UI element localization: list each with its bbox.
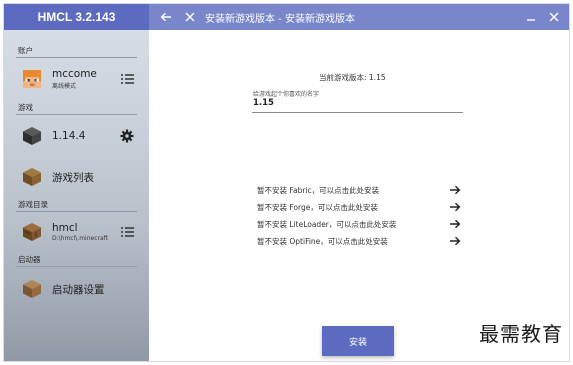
furnace-icon bbox=[20, 278, 44, 300]
current-version-label: 当前游戏版本: 1.15 bbox=[319, 73, 386, 82]
arrow-right-icon[interactable] bbox=[448, 201, 462, 213]
divider bbox=[16, 114, 137, 115]
install-optifine-label: 暂不安装 OptiFine，可以点击此处安装 bbox=[257, 236, 388, 246]
menu-icon[interactable] bbox=[119, 224, 135, 240]
account-name: mccome bbox=[52, 68, 97, 80]
account-mode: 离线模式 bbox=[52, 83, 77, 90]
install-forge-label: 暂不安装 Forge，可以点击此处安装 bbox=[257, 202, 378, 212]
chest-icon bbox=[20, 166, 44, 188]
sidebar-item-game-directory[interactable]: hmcl D:\hmcl\.minecraft bbox=[16, 219, 137, 245]
install-liteloader-row[interactable]: 暂不安装 LiteLoader，可以点击此处安装 bbox=[257, 217, 462, 231]
main-content: 当前游戏版本: 1.15 给游戏起个你喜欢的名字 1.15 暂不安装 Fabri… bbox=[149, 30, 569, 361]
install-forge-row[interactable]: 暂不安装 Forge，可以点击此处安装 bbox=[257, 200, 462, 214]
menu-icon[interactable] bbox=[119, 71, 135, 87]
section-launcher: 启动器 bbox=[18, 255, 41, 264]
section-directory: 游戏目录 bbox=[18, 200, 48, 209]
launcher-settings-label: 启动器设置 bbox=[52, 283, 105, 296]
directory-path: D:\hmcl\.minecraft bbox=[52, 235, 109, 242]
install-optifine-row[interactable]: 暂不安装 OptiFine，可以点击此处安装 bbox=[257, 234, 462, 248]
section-account: 账户 bbox=[18, 46, 33, 55]
crafting-table-icon bbox=[20, 221, 44, 243]
sidebar-item-launcher-settings[interactable]: 启动器设置 bbox=[16, 276, 137, 302]
install-fabric-label: 暂不安装 Fabric，可以点击此处安装 bbox=[257, 185, 380, 195]
name-field-underline bbox=[252, 112, 463, 113]
arrow-right-icon[interactable] bbox=[448, 218, 462, 230]
close-page-icon[interactable] bbox=[181, 12, 199, 22]
install-liteloader-label: 暂不安装 LiteLoader，可以点击此处安装 bbox=[257, 219, 397, 229]
window-title: 安装新游戏版本 - 安装新游戏版本 bbox=[205, 13, 355, 25]
back-arrow-icon[interactable] bbox=[155, 12, 177, 22]
watermark: 最需教育 bbox=[479, 322, 563, 346]
game-list-label: 游戏列表 bbox=[52, 171, 94, 184]
block-icon bbox=[20, 125, 44, 147]
gear-icon[interactable] bbox=[119, 128, 135, 144]
install-button[interactable]: 安装 bbox=[322, 326, 394, 356]
divider bbox=[16, 57, 137, 58]
game-version: 1.14.4 bbox=[52, 130, 86, 142]
arrow-right-icon[interactable] bbox=[448, 235, 462, 247]
sidebar-item-account[interactable]: mccome 离线模式 bbox=[16, 66, 137, 92]
sidebar-item-game-list[interactable]: 游戏列表 bbox=[16, 164, 137, 190]
arrow-right-icon[interactable] bbox=[448, 184, 462, 196]
sidebar-item-game-version[interactable]: 1.14.4 bbox=[16, 123, 137, 149]
close-window-icon[interactable] bbox=[543, 4, 565, 30]
install-fabric-row[interactable]: 暂不安装 Fabric，可以点击此处安装 bbox=[257, 183, 462, 197]
minimize-icon[interactable] bbox=[519, 4, 543, 30]
app-window: HMCL 3.2.143 安装新游戏版本 - 安装新游戏版本 账户 mccome… bbox=[3, 3, 570, 362]
title-bar: 安装新游戏版本 - 安装新游戏版本 bbox=[149, 4, 569, 30]
player-avatar-icon bbox=[20, 68, 44, 90]
divider bbox=[16, 211, 137, 212]
name-field[interactable]: 1.15 bbox=[253, 98, 274, 108]
sidebar: 账户 mccome 离线模式 游戏 1.14.4 游戏列表 游戏目录 hmcl … bbox=[4, 30, 149, 361]
name-field-hint: 给游戏起个你喜欢的名字 bbox=[253, 91, 320, 98]
app-title: HMCL 3.2.143 bbox=[4, 4, 149, 30]
divider bbox=[16, 266, 137, 267]
section-game: 游戏 bbox=[18, 103, 33, 112]
directory-name: hmcl bbox=[52, 222, 78, 234]
